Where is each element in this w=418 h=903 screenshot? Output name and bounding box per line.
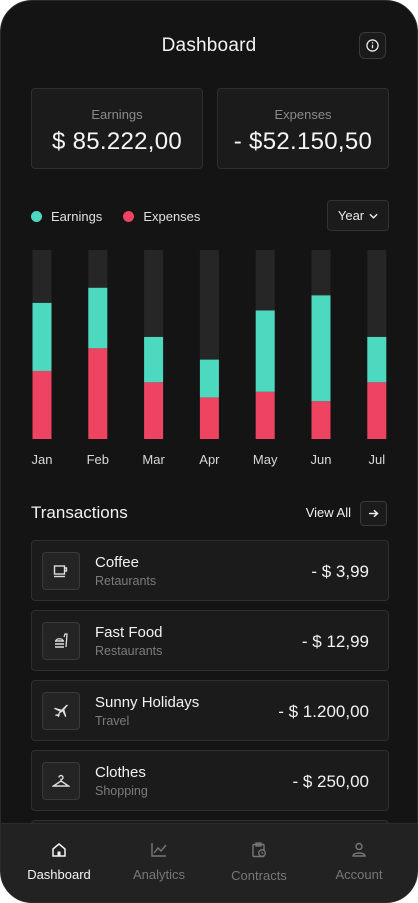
bar-expenses-may[interactable] xyxy=(255,391,275,439)
app-screen: Dashboard Earnings $ 85.222,00 Expenses … xyxy=(0,0,418,903)
bar-earnings-jun[interactable] xyxy=(311,295,331,402)
transaction-name: Fast Food xyxy=(95,624,163,641)
period-select[interactable]: Year xyxy=(327,200,389,231)
transaction-icon-box xyxy=(42,552,80,590)
view-all-button[interactable] xyxy=(360,501,387,526)
legend-earnings: Earnings xyxy=(31,209,102,224)
legend-earnings-label: Earnings xyxy=(51,208,103,224)
bar-earnings-jan[interactable] xyxy=(32,302,52,371)
x-tick-label-apr: Apr xyxy=(199,452,220,467)
nav-dashboard[interactable]: Dashboard xyxy=(14,824,104,902)
expenses-card: Expenses - $52.150,50 xyxy=(217,88,389,169)
bar-chart: Jan Feb Mar Apr May Jun Jul xyxy=(32,250,387,467)
earnings-value: $ 85.222,00 xyxy=(51,128,183,155)
period-select-value: Year xyxy=(337,208,365,223)
transactions-title: Transactions xyxy=(31,503,128,522)
transaction-name: Sunny Holidays xyxy=(95,694,200,711)
transaction-category: Travel xyxy=(95,714,130,728)
legend-expenses-label: Expenses xyxy=(143,208,201,224)
bar-expenses-mar[interactable] xyxy=(144,382,164,439)
transaction-row-sunny-holidays[interactable]: Sunny Holidays Travel - $ 1.200,00 xyxy=(31,680,389,741)
transaction-category: Restaurants xyxy=(95,644,163,658)
page-title: Dashboard xyxy=(161,35,257,56)
bar-earnings-may[interactable] xyxy=(255,310,275,392)
earnings-label: Earnings xyxy=(91,107,143,122)
earnings-card: Earnings $ 85.222,00 xyxy=(31,88,203,169)
earnings-dot xyxy=(31,210,42,222)
nav-contracts-label: Contracts xyxy=(231,868,287,883)
x-tick-label-jan: Jan xyxy=(32,452,53,467)
analytics-icon xyxy=(151,843,167,857)
user-icon xyxy=(352,842,366,857)
transaction-row-fast-food[interactable]: Fast Food Restaurants - $ 12,99 xyxy=(31,610,389,671)
transaction-icon-box xyxy=(42,762,80,800)
transaction-amount: - $ 3,99 xyxy=(311,562,369,581)
bar-earnings-apr[interactable] xyxy=(199,359,219,398)
chevron-down-icon xyxy=(369,213,378,219)
expenses-dot xyxy=(123,210,135,222)
x-tick-label-feb: Feb xyxy=(87,452,109,467)
transaction-category: Shopping xyxy=(95,784,148,798)
bar-earnings-jul[interactable] xyxy=(367,336,387,383)
nav-contracts[interactable]: Contracts xyxy=(214,824,304,902)
expenses-value: - $52.150,50 xyxy=(233,128,373,155)
transactions-header: Transactions View All xyxy=(31,501,387,527)
bar-expenses-jul[interactable] xyxy=(367,382,387,439)
bottom-nav: Dashboard Analytics Contracts Account xyxy=(1,823,417,902)
transaction-category: Retaurants xyxy=(95,574,157,588)
transaction-amount: - $ 12,99 xyxy=(301,632,369,651)
header: Dashboard xyxy=(1,31,417,61)
x-tick-label-may: May xyxy=(253,452,278,467)
chart-legend: Earnings Expenses xyxy=(31,207,221,225)
transaction-amount: - $ 250,00 xyxy=(292,772,369,791)
transaction-row-clothes[interactable]: Clothes Shopping - $ 250,00 xyxy=(31,750,389,811)
home-icon xyxy=(52,843,66,857)
transaction-icon-box xyxy=(42,622,80,660)
transaction-icon-box xyxy=(42,692,80,730)
nav-account-label: Account xyxy=(335,867,383,882)
expenses-label: Expenses xyxy=(274,107,332,122)
coffee-icon xyxy=(53,565,68,578)
info-icon xyxy=(366,39,379,52)
fast-food-icon xyxy=(55,633,68,648)
x-tick-label-jul: Jul xyxy=(368,452,385,467)
bar-earnings-mar[interactable] xyxy=(144,336,164,383)
bar-earnings-feb[interactable] xyxy=(88,287,108,349)
bar-expenses-feb[interactable] xyxy=(88,348,108,439)
x-tick-label-jun: Jun xyxy=(311,452,332,467)
airplane-icon xyxy=(53,704,69,718)
contracts-icon xyxy=(252,842,266,858)
bar-expenses-jun[interactable] xyxy=(311,401,331,439)
transaction-row-coffee[interactable]: Coffee Retaurants - $ 3,99 xyxy=(31,540,389,601)
view-all-link[interactable]: View All xyxy=(306,505,351,520)
transaction-name: Clothes xyxy=(95,764,146,781)
nav-analytics[interactable]: Analytics xyxy=(114,824,204,902)
x-tick-label-mar: Mar xyxy=(142,452,165,467)
arrow-right-icon xyxy=(369,509,379,518)
nav-account[interactable]: Account xyxy=(314,824,404,902)
nav-dashboard-label: Dashboard xyxy=(27,867,91,882)
transaction-name: Coffee xyxy=(95,554,139,571)
bar-expenses-jan[interactable] xyxy=(32,370,52,439)
legend-expenses: Expenses xyxy=(123,209,200,224)
nav-analytics-label: Analytics xyxy=(132,867,186,882)
transaction-amount: - $ 1.200,00 xyxy=(278,702,369,721)
hanger-icon xyxy=(52,774,70,787)
info-button[interactable] xyxy=(359,32,386,59)
bar-expenses-apr[interactable] xyxy=(199,397,219,439)
